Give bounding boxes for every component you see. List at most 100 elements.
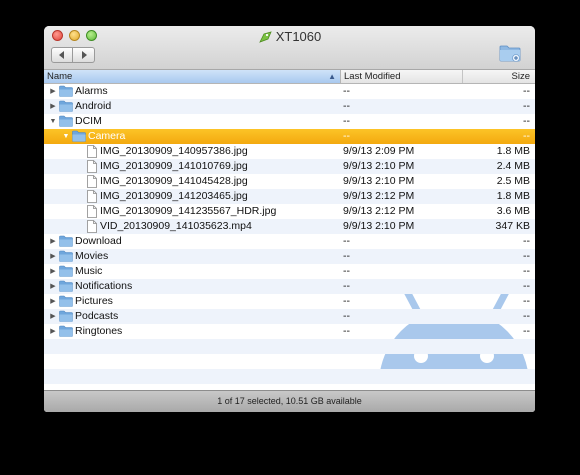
- last-modified-cell: --: [343, 295, 350, 307]
- name-cell: IMG_20130909_140957386.jpg: [44, 144, 339, 159]
- size-cell: --: [523, 280, 530, 292]
- folder-icon: [59, 325, 73, 337]
- disclosure-expanded-icon[interactable]: ▼: [62, 129, 70, 144]
- name-cell: ▶ Download: [44, 234, 339, 249]
- folder-icon: [59, 100, 73, 112]
- size-cell: --: [523, 85, 530, 97]
- item-name: Music: [75, 265, 103, 277]
- disclosure-collapsed-icon[interactable]: ▶: [49, 294, 57, 309]
- folder-row[interactable]: ▶ Movies -- --: [44, 249, 535, 264]
- android-device-icon: [258, 31, 272, 46]
- sort-ascending-icon: ▲: [328, 72, 336, 81]
- size-cell: --: [523, 115, 530, 127]
- document-icon: [87, 220, 97, 233]
- last-modified-cell: 9/9/13 2:12 PM: [343, 205, 415, 217]
- file-transfer-window: XT1060 Name ▲ Last Modified Size ▶ Alarm…: [44, 26, 535, 412]
- name-column-label: Name: [47, 71, 73, 82]
- disclosure-collapsed-icon[interactable]: ▶: [49, 234, 57, 249]
- window-title-text: XT1060: [275, 29, 322, 44]
- item-name: DCIM: [75, 115, 102, 127]
- folder-row[interactable]: ▶ Download -- --: [44, 234, 535, 249]
- name-cell: ▶ Pictures: [44, 294, 339, 309]
- item-name: IMG_20130909_141235567_HDR.jpg: [100, 205, 277, 217]
- last-modified-cell: 9/9/13 2:10 PM: [343, 220, 415, 232]
- size-cell: --: [523, 130, 530, 142]
- file-row[interactable]: VID_20130909_141035623.mp4 9/9/13 2:10 PM…: [44, 219, 535, 234]
- folder-row[interactable]: ▶ Android -- --: [44, 99, 535, 114]
- name-cell: ▶ Movies: [44, 249, 339, 264]
- folder-row[interactable]: ▶ Ringtones -- --: [44, 324, 535, 339]
- last-modified-cell: --: [343, 310, 350, 322]
- item-name: Ringtones: [75, 325, 123, 337]
- name-cell: ▶ Android: [44, 99, 339, 114]
- item-name: IMG_20130909_141010769.jpg: [100, 160, 248, 172]
- size-cell: 347 KB: [495, 220, 530, 232]
- disclosure-collapsed-icon[interactable]: ▶: [49, 84, 57, 99]
- disclosure-collapsed-icon[interactable]: ▶: [49, 249, 57, 264]
- item-name: Movies: [75, 250, 109, 262]
- folder-icon: [59, 310, 73, 322]
- folder-row[interactable]: ▶ Alarms -- --: [44, 84, 535, 99]
- item-name: VID_20130909_141035623.mp4: [100, 220, 252, 232]
- chevron-right-icon: [81, 51, 87, 59]
- size-cell: --: [523, 325, 530, 337]
- disclosure-collapsed-icon[interactable]: ▶: [49, 99, 57, 114]
- document-icon: [87, 205, 97, 218]
- folder-icon: [59, 250, 73, 262]
- window-title: XT1060: [44, 29, 535, 46]
- folder-row[interactable]: ▶ Pictures -- --: [44, 294, 535, 309]
- last-modified-cell: --: [343, 280, 350, 292]
- folder-row[interactable]: ▼ DCIM -- --: [44, 114, 535, 129]
- folder-row[interactable]: ▶ Notifications -- --: [44, 279, 535, 294]
- disclosure-collapsed-icon[interactable]: ▶: [49, 324, 57, 339]
- item-name: IMG_20130909_141045428.jpg: [100, 175, 248, 187]
- folder-icon: [59, 235, 73, 247]
- folder-row[interactable]: ▶ Podcasts -- --: [44, 309, 535, 324]
- navigation-buttons: [51, 47, 95, 63]
- name-cell: ▶ Alarms: [44, 84, 339, 99]
- empty-row: [44, 369, 535, 384]
- status-text: 1 of 17 selected, 10.51 GB available: [217, 396, 362, 406]
- file-row[interactable]: IMG_20130909_141045428.jpg 9/9/13 2:10 PM…: [44, 174, 535, 189]
- file-row[interactable]: IMG_20130909_140957386.jpg 9/9/13 2:09 PM…: [44, 144, 535, 159]
- item-name: IMG_20130909_141203465.jpg: [100, 190, 248, 202]
- folder-row[interactable]: ▶ Music -- --: [44, 264, 535, 279]
- size-column-header[interactable]: Size: [463, 70, 535, 83]
- document-icon: [87, 160, 97, 173]
- last-modified-cell: --: [343, 250, 350, 262]
- last-modified-cell: --: [343, 265, 350, 277]
- disclosure-collapsed-icon[interactable]: ▶: [49, 264, 57, 279]
- size-cell: 3.6 MB: [496, 205, 530, 217]
- name-cell: IMG_20130909_141235567_HDR.jpg: [44, 204, 339, 219]
- name-cell: ▶ Notifications: [44, 279, 339, 294]
- name-column-header[interactable]: Name ▲: [44, 70, 341, 83]
- last-modified-column-header[interactable]: Last Modified: [341, 70, 463, 83]
- name-cell: ▶ Ringtones: [44, 324, 339, 339]
- forward-button[interactable]: [73, 47, 95, 63]
- last-modified-cell: 9/9/13 2:12 PM: [343, 190, 415, 202]
- folder-icon: [72, 130, 86, 142]
- last-modified-cell: 9/9/13 2:10 PM: [343, 175, 415, 187]
- file-list: ▶ Alarms -- -- ▶ Android -- -- ▼ DCIM -- -- ▼ Camera -…: [44, 84, 535, 390]
- name-cell: ▼ Camera: [44, 129, 339, 144]
- file-row[interactable]: IMG_20130909_141010769.jpg 9/9/13 2:10 PM…: [44, 159, 535, 174]
- file-row[interactable]: IMG_20130909_141235567_HDR.jpg 9/9/13 2:1…: [44, 204, 535, 219]
- file-row[interactable]: IMG_20130909_141203465.jpg 9/9/13 2:12 PM…: [44, 189, 535, 204]
- back-button[interactable]: [51, 47, 73, 63]
- item-name: Camera: [88, 130, 126, 142]
- disclosure-collapsed-icon[interactable]: ▶: [49, 279, 57, 294]
- item-name: Notifications: [75, 280, 133, 292]
- document-icon: [87, 190, 97, 203]
- size-cell: 1.8 MB: [496, 145, 530, 157]
- disclosure-expanded-icon[interactable]: ▼: [49, 114, 57, 129]
- last-modified-cell: --: [343, 130, 350, 142]
- last-modified-cell: --: [343, 235, 350, 247]
- folder-row[interactable]: ▼ Camera -- --: [44, 129, 535, 144]
- new-folder-button[interactable]: [499, 44, 521, 67]
- status-bar: 1 of 17 selected, 10.51 GB available: [44, 390, 535, 412]
- disclosure-collapsed-icon[interactable]: ▶: [49, 309, 57, 324]
- empty-row: [44, 339, 535, 354]
- size-cell: 2.5 MB: [496, 175, 530, 187]
- size-column-label: Size: [511, 71, 530, 82]
- last-modified-cell: --: [343, 115, 350, 127]
